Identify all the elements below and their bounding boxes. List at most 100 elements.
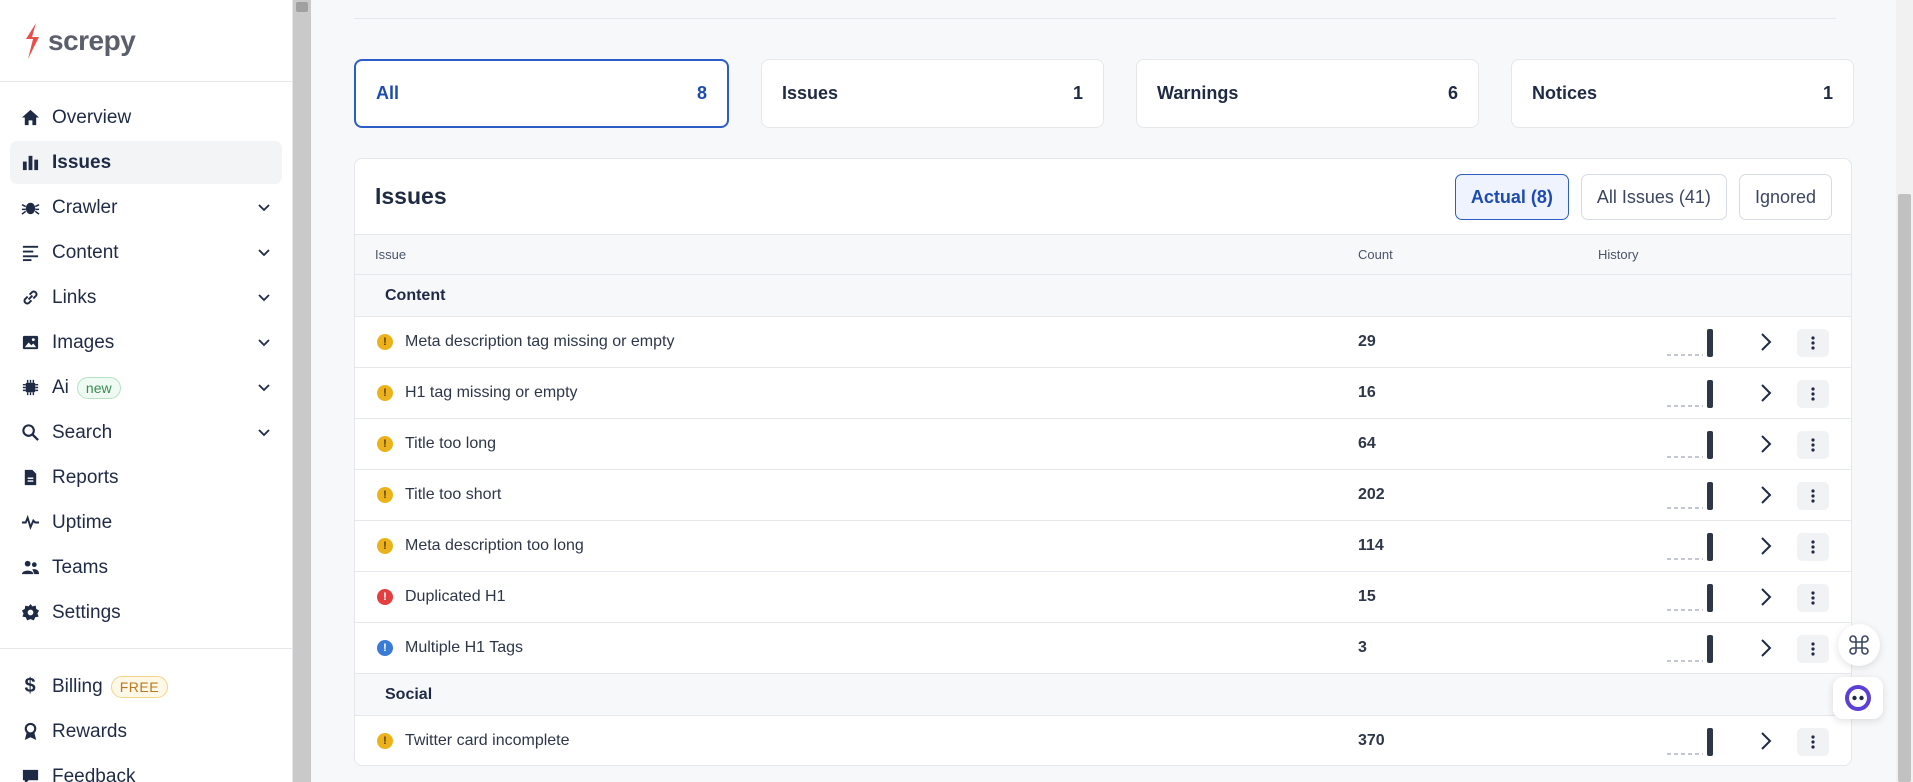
issue-label: H1 tag missing or empty — [405, 384, 578, 401]
sidebar-scrollbar[interactable] — [293, 0, 311, 782]
sidebar-item-billing[interactable]: $ Billing FREE — [10, 665, 282, 708]
chevron-right-icon[interactable] — [1755, 331, 1777, 353]
issue-count: 16 — [1358, 384, 1376, 401]
history-sparkline — [1667, 482, 1713, 510]
table-row[interactable]: ! Twitter card incomplete 370 — [355, 716, 1851, 765]
more-vertical-icon — [1811, 540, 1815, 554]
chevron-right-icon[interactable] — [1755, 535, 1777, 557]
chevron-right-icon[interactable] — [1755, 382, 1777, 404]
filter-ignored-button[interactable]: Ignored — [1738, 174, 1832, 220]
chevron-down-icon[interactable] — [256, 379, 272, 395]
document-icon — [20, 468, 40, 488]
group-header: Content — [355, 275, 1851, 317]
chevron-down-icon[interactable] — [256, 199, 272, 215]
sidebar-item-images[interactable]: Images — [10, 321, 282, 364]
table-row[interactable]: ! H1 tag missing or empty 16 — [355, 368, 1851, 419]
sidebar-item-label: Teams — [52, 556, 108, 578]
row-menu-button[interactable] — [1797, 482, 1829, 510]
tab-all[interactable]: All 8 — [354, 59, 729, 128]
table-row[interactable]: ! Meta description tag missing or empty … — [355, 317, 1851, 368]
chevron-right-icon[interactable] — [1755, 730, 1777, 752]
free-badge: FREE — [110, 675, 169, 698]
column-header-history: History — [1598, 247, 1639, 262]
chevron-right-icon[interactable] — [1755, 586, 1777, 608]
sidebar-item-label: Search — [52, 421, 113, 443]
table-row[interactable]: ! Meta description too long 114 — [355, 521, 1851, 572]
issue-label: Title too short — [405, 486, 502, 503]
bar-chart-icon — [20, 153, 40, 173]
filter-all-issues-button[interactable]: All Issues (41) — [1580, 174, 1727, 220]
summary-tabs: All 8 Issues 1 Warnings 6 Notices 1 — [354, 59, 1854, 128]
sidebar-item-label: Rewards — [52, 720, 127, 742]
sidebar-item-label: Images — [52, 331, 115, 353]
filter-actual-button[interactable]: Actual (8) — [1454, 174, 1569, 220]
warning-icon: ! — [377, 334, 393, 350]
table-row[interactable]: ! Duplicated H1 15 — [355, 572, 1851, 623]
row-menu-button[interactable] — [1797, 635, 1829, 663]
row-menu-button[interactable] — [1797, 329, 1829, 357]
sidebar-item-links[interactable]: Links — [10, 276, 282, 319]
sidebar-item-settings[interactable]: Settings — [10, 591, 282, 634]
sidebar-item-issues[interactable]: Issues — [10, 141, 282, 184]
bug-icon — [20, 198, 40, 218]
sidebar-item-label: Crawler — [52, 196, 118, 218]
sidebar-item-label: Uptime — [52, 511, 113, 533]
sidebar: screpy Overview Issues Crawler Content L… — [0, 0, 293, 782]
tab-count: 8 — [696, 83, 707, 103]
row-menu-button[interactable] — [1797, 380, 1829, 408]
sidebar-item-overview[interactable]: Overview — [10, 96, 282, 139]
sidebar-item-uptime[interactable]: Uptime — [10, 501, 282, 544]
page-scrollbar[interactable] — [1896, 0, 1913, 782]
table-row[interactable]: ! Multiple H1 Tags 3 — [355, 623, 1851, 674]
row-menu-button[interactable] — [1797, 584, 1829, 612]
issue-label: Title too long — [405, 435, 497, 452]
row-menu-button[interactable] — [1797, 431, 1829, 459]
group-header: Social — [355, 674, 1851, 716]
sidebar-item-label: Feedback — [52, 765, 136, 782]
text-align-icon — [20, 243, 40, 263]
main-content: All 8 Issues 1 Warnings 6 Notices 1 Issu… — [311, 0, 1896, 782]
sidebar-item-content[interactable]: Content — [10, 231, 282, 274]
history-sparkline — [1667, 533, 1713, 561]
tab-issues[interactable]: Issues 1 — [761, 59, 1104, 128]
warning-icon: ! — [377, 487, 393, 503]
more-vertical-icon — [1811, 591, 1815, 605]
sidebar-item-rewards[interactable]: Rewards — [10, 710, 282, 753]
issue-count: 114 — [1358, 537, 1384, 554]
issues-card: Issues Actual (8) All Issues (41) Ignore… — [354, 158, 1852, 766]
issue-count: 3 — [1358, 639, 1367, 656]
sidebar-item-teams[interactable]: Teams — [10, 546, 282, 589]
tab-count: 1 — [1822, 83, 1833, 103]
history-sparkline — [1667, 728, 1713, 756]
sidebar-item-crawler[interactable]: Crawler — [10, 186, 282, 229]
command-button[interactable] — [1838, 624, 1880, 666]
tab-label: Warnings — [1157, 83, 1239, 103]
chevron-down-icon[interactable] — [256, 424, 272, 440]
tab-warnings[interactable]: Warnings 6 — [1136, 59, 1479, 128]
assistant-chat-button[interactable] — [1833, 677, 1883, 719]
sidebar-item-search[interactable]: Search — [10, 411, 282, 454]
chevron-down-icon[interactable] — [256, 289, 272, 305]
home-icon — [20, 108, 40, 128]
pulse-icon — [20, 513, 40, 533]
scrollbar-thumb[interactable] — [1898, 194, 1911, 782]
chevron-right-icon[interactable] — [1755, 433, 1777, 455]
issue-count: 64 — [1358, 435, 1376, 452]
more-vertical-icon — [1811, 489, 1815, 503]
chevron-right-icon[interactable] — [1755, 637, 1777, 659]
sidebar-item-ai[interactable]: Ai new — [10, 366, 282, 409]
row-menu-button[interactable] — [1797, 533, 1829, 561]
sidebar-item-label: Overview — [52, 106, 132, 128]
sidebar-item-feedback[interactable]: Feedback — [10, 755, 282, 782]
row-menu-button[interactable] — [1797, 728, 1829, 756]
more-vertical-icon — [1811, 387, 1815, 401]
chevron-right-icon[interactable] — [1755, 484, 1777, 506]
logo[interactable]: screpy — [0, 0, 292, 82]
sidebar-item-reports[interactable]: Reports — [10, 456, 282, 499]
tab-notices[interactable]: Notices 1 — [1511, 59, 1854, 128]
chevron-down-icon[interactable] — [256, 244, 272, 260]
chevron-down-icon[interactable] — [256, 334, 272, 350]
table-row[interactable]: ! Title too long 64 — [355, 419, 1851, 470]
table-row[interactable]: ! Title too short 202 — [355, 470, 1851, 521]
column-header-issue: Issue — [375, 247, 407, 262]
